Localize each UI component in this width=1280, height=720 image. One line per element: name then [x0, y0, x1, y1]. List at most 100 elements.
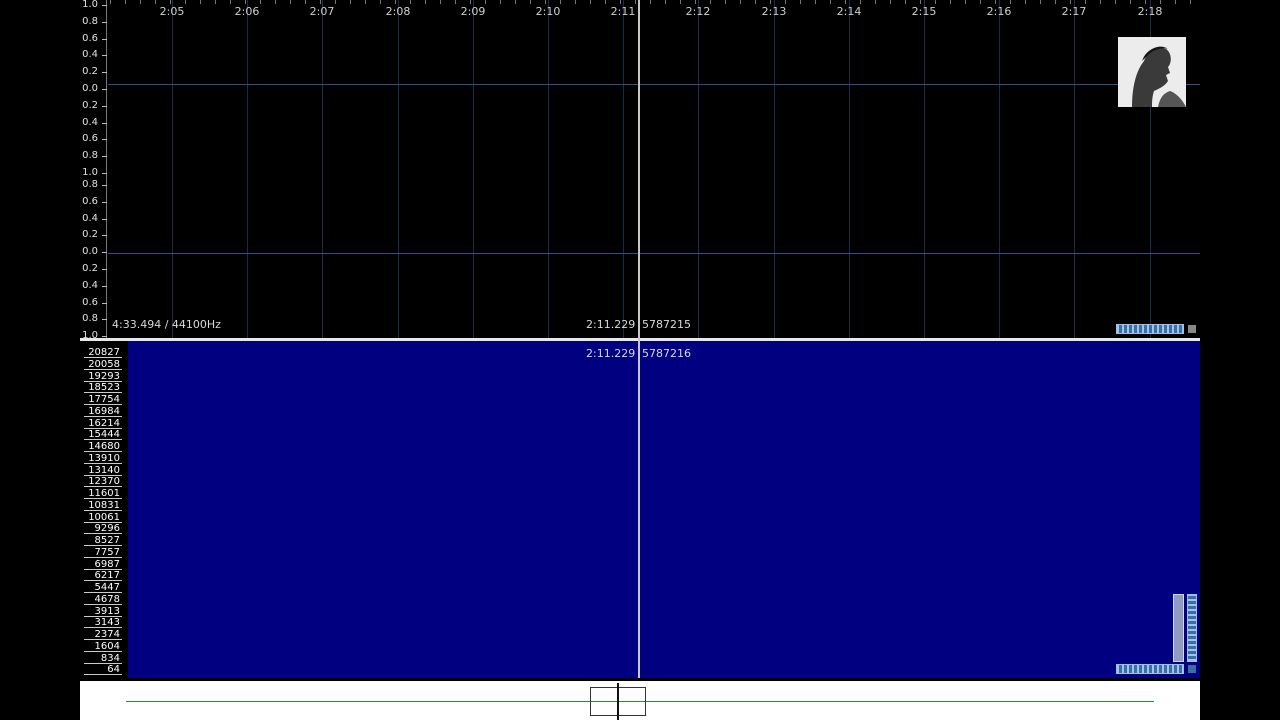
overview-strip[interactable]: [80, 681, 1200, 720]
time-grid-line: [473, 0, 474, 338]
spectrogram-cursor-time: 2:11.229: [586, 347, 636, 360]
frequency-label: 20827: [84, 347, 122, 358]
amplitude-tick: [102, 105, 107, 107]
amplitude-label: 0.6: [82, 195, 98, 207]
ruler-minor-tick: [860, 0, 861, 4]
frequency-label: 10831: [84, 500, 122, 511]
ruler-minor-tick: [1100, 0, 1101, 4]
ruler-minor-tick: [125, 0, 126, 4]
ruler-minor-tick: [170, 0, 171, 4]
amplitude-tick: [102, 218, 107, 220]
overview-cursor[interactable]: [617, 683, 619, 720]
frequency-label: 18523: [84, 382, 122, 393]
ruler-minor-tick: [215, 0, 216, 4]
ruler-minor-tick: [1085, 0, 1086, 4]
amplitude-tick: [102, 72, 107, 74]
amplitude-label: 0.4: [82, 279, 98, 291]
vertical-zoom-scale[interactable]: [1187, 594, 1197, 662]
amplitude-tick: [102, 139, 107, 141]
frequency-label: 14680: [84, 441, 122, 452]
amplitude-tick: [102, 235, 107, 237]
playback-cursor[interactable]: [638, 0, 640, 678]
spectrogram-corner-button[interactable]: [1188, 665, 1196, 673]
ruler-minor-tick: [575, 0, 576, 4]
time-grid-line: [623, 0, 624, 338]
ruler-minor-tick: [770, 0, 771, 4]
amplitude-label: 0.6: [82, 296, 98, 308]
ruler-minor-tick: [1010, 0, 1011, 4]
channel-1-zero-line: [108, 84, 1200, 85]
ruler-minor-tick: [1025, 0, 1026, 4]
time-grid-line: [774, 0, 775, 338]
ruler-minor-tick: [1055, 0, 1056, 4]
amplitude-tick: [102, 285, 107, 287]
spectrogram-area[interactable]: [128, 341, 1200, 678]
ruler-minor-tick: [530, 0, 531, 4]
waveform-zoom-slider[interactable]: [1116, 324, 1184, 334]
ruler-minor-tick: [785, 0, 786, 4]
amplitude-label: 0.2: [82, 229, 98, 241]
waveform-pane[interactable]: 2:05 2:06 2:07 2:08 2:09 2:10 2:11 2:12 2:13 2:14…: [80, 0, 1200, 338]
ruler-minor-tick: [1145, 0, 1146, 4]
time-grid-line: [1074, 0, 1075, 338]
artist-photo: [1118, 37, 1186, 107]
time-tick-label: 2:05: [159, 5, 185, 18]
time-grid-line: [247, 0, 248, 338]
frequency-label: 834: [84, 653, 122, 664]
time-grid-line: [322, 0, 323, 338]
frequency-label: 16214: [84, 418, 122, 429]
waveform-corner-button[interactable]: [1188, 325, 1196, 333]
amplitude-tick: [102, 319, 107, 321]
ruler-minor-tick: [140, 0, 141, 4]
time-grid-line: [924, 0, 925, 338]
frequency-label: 6217: [84, 570, 122, 581]
ruler-minor-tick: [635, 0, 636, 4]
amplitude-tick: [102, 156, 107, 158]
time-tick-label: 2:16: [986, 5, 1012, 18]
amplitude-tick: [102, 185, 107, 186]
ruler-minor-tick: [680, 0, 681, 4]
amplitude-label: 0.4: [82, 212, 98, 224]
ruler-minor-tick: [260, 0, 261, 4]
amplitude-tick: [102, 201, 107, 203]
frequency-label: 19293: [84, 371, 122, 382]
amplitude-tick: [102, 122, 107, 124]
time-tick-label: 2:09: [460, 5, 486, 18]
frequency-label: 6987: [84, 559, 122, 570]
frequency-label: 4678: [84, 594, 122, 605]
ruler-minor-tick: [275, 0, 276, 4]
ruler-minor-tick: [920, 0, 921, 4]
ruler-minor-tick: [200, 0, 201, 4]
waveform-cursor-time: 2:11.229: [586, 318, 636, 331]
time-grid-line: [698, 0, 699, 338]
amplitude-tick: [102, 5, 107, 6]
amplitude-label: 0.6: [82, 133, 98, 145]
ruler-minor-tick: [515, 0, 516, 4]
frequency-label: 13910: [84, 453, 122, 464]
ruler-minor-tick: [590, 0, 591, 4]
frequency-label: 15444: [84, 429, 122, 440]
amplitude-label: 0.0: [82, 83, 98, 94]
amplitude-label: 1.0: [82, 330, 98, 338]
vertical-zoom-slider[interactable]: [1173, 594, 1184, 662]
spectrogram-cursor-sample: 5787216: [642, 347, 691, 360]
ruler-minor-tick: [620, 0, 621, 4]
ruler-minor-tick: [965, 0, 966, 4]
ruler-minor-tick: [1115, 0, 1116, 4]
frequency-label: 64: [84, 664, 122, 675]
spectrogram-zoom-slider[interactable]: [1116, 664, 1184, 674]
frequency-label: 13140: [84, 465, 122, 476]
frequency-label: 3143: [84, 617, 122, 628]
waveform-cursor-sample: 5787215: [642, 318, 691, 331]
ruler-minor-tick: [290, 0, 291, 4]
ruler-minor-tick: [830, 0, 831, 4]
time-grid-line: [398, 0, 399, 338]
ruler-minor-tick: [425, 0, 426, 4]
time-tick-label: 2:11: [610, 5, 636, 18]
spectrogram-pane[interactable]: 20827 20058 19293 18523 17754 16984 16214 15444…: [80, 341, 1200, 678]
ruler-minor-tick: [560, 0, 561, 4]
ruler-minor-tick: [875, 0, 876, 4]
ruler-minor-tick: [1130, 0, 1131, 4]
frequency-label: 11601: [84, 488, 122, 499]
frequency-label: 17754: [84, 394, 122, 405]
